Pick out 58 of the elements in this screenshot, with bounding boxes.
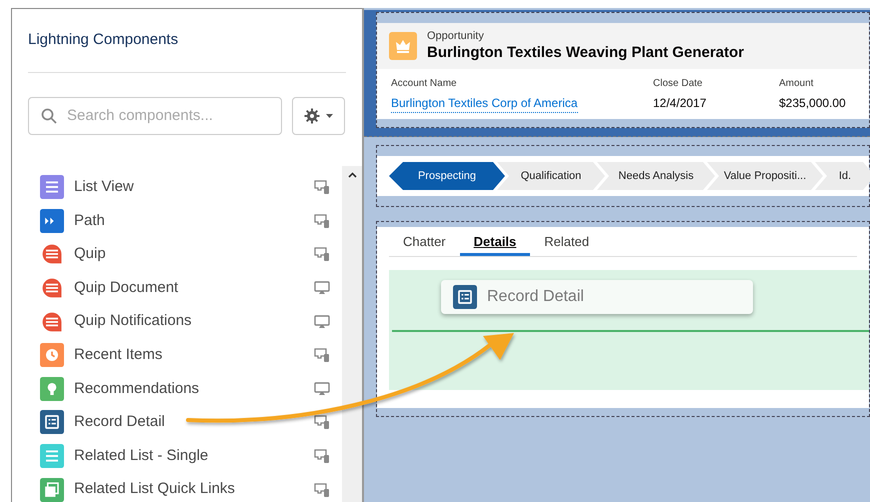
tab[interactable]: Details (460, 230, 530, 256)
desktop-phone-icon (314, 214, 330, 228)
tab[interactable]: Chatter (389, 230, 460, 256)
stacked-pages-icon (40, 478, 64, 502)
component-item[interactable]: Quip Document (74, 276, 314, 300)
settings-menu-button[interactable] (292, 96, 345, 134)
detail-list-icon (40, 410, 64, 434)
component-item[interactable]: Recommendations (74, 378, 314, 400)
desktop-icon (314, 281, 330, 296)
component-item[interactable]: Quip Notifications (74, 310, 314, 333)
dragged-component[interactable]: Record Detail (441, 280, 753, 314)
path-stage[interactable]: Needs Analysis (597, 162, 715, 190)
list-icon (40, 444, 64, 468)
desktop-icon (314, 314, 330, 329)
lines-bubble-icon (40, 242, 64, 266)
object-type: Opportunity (427, 30, 485, 44)
scrollbar[interactable] (342, 166, 362, 502)
component-item[interactable]: Recent Items (74, 344, 314, 367)
desktop-phone-icon (314, 449, 330, 464)
desktop-phone-icon (314, 348, 330, 362)
lightbulb-icon (40, 376, 64, 401)
component-item[interactable]: Related List Quick Links (74, 478, 314, 501)
record-title: Burlington Textiles Weaving Plant Generator (427, 44, 744, 62)
lines-bubble-icon (40, 276, 64, 300)
path-stage[interactable]: Value Propositi... (707, 162, 823, 190)
caret-icon (326, 114, 333, 118)
account-link[interactable]: Burlington Textiles Corp of America (391, 94, 578, 113)
path-stage[interactable]: Qualification (497, 162, 605, 190)
field-value: $235,000.00 (779, 95, 847, 112)
desktop-icon (314, 382, 330, 396)
search-field[interactable]: Search components... (28, 96, 282, 134)
clock-icon (40, 343, 64, 368)
panel-title: Lightning Components (28, 30, 180, 50)
path-stage[interactable]: Id. (815, 162, 870, 190)
detail-list-icon (453, 285, 477, 309)
component-item[interactable]: Related List - Single (74, 444, 314, 468)
tab[interactable]: Related (530, 230, 604, 256)
component-label: Record Detail (487, 287, 584, 307)
list-icon (40, 175, 64, 200)
field-label: Account Name (391, 77, 458, 91)
component-item[interactable]: Path (74, 210, 314, 232)
crown-icon (389, 32, 417, 60)
desktop-phone-icon (314, 247, 330, 262)
component-item[interactable]: List View (74, 176, 314, 199)
desktop-phone-icon (314, 180, 330, 194)
field-label: Close Date (653, 77, 704, 91)
settings-icon (304, 108, 320, 124)
field-value: 12/4/2017 (653, 95, 708, 112)
chevrons-icon (40, 208, 64, 233)
component-item[interactable]: Record Detail (74, 411, 314, 434)
component-item[interactable]: Quip (74, 243, 314, 266)
scroll-up-icon[interactable] (348, 172, 357, 178)
search-icon (41, 108, 57, 124)
desktop-phone-icon (314, 482, 330, 497)
path-stage[interactable]: Prospecting (389, 162, 505, 190)
lines-bubble-icon (40, 310, 64, 334)
field-label: Amount (779, 77, 814, 91)
desktop-phone-icon (314, 415, 330, 430)
